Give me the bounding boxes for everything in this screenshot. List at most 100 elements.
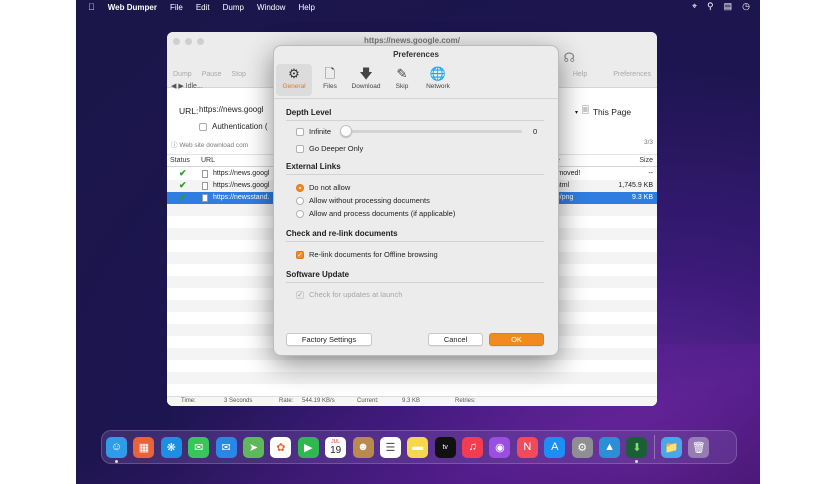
tab-files[interactable]: 🗋 Files (312, 64, 348, 96)
help-button[interactable]: Help (573, 71, 587, 78)
ok-button[interactable]: OK (489, 333, 544, 346)
radio-button-selected[interactable] (296, 183, 304, 192)
radio-allow-and-process[interactable]: Allow and process documents (if applicab… (296, 209, 455, 218)
contacts-icon[interactable]: ☻ (352, 436, 374, 458)
check-updates-checkbox: ✓ (296, 290, 304, 299)
infinite-checkbox[interactable] (296, 127, 304, 136)
authentication-checkbox[interactable] (199, 122, 207, 131)
time-value: 3 Seconds (224, 398, 253, 404)
search-icon[interactable]: ⚲ (707, 1, 714, 12)
row-size: 9.3 KB (631, 194, 653, 201)
image-file-icon (202, 194, 208, 202)
reminders-icon[interactable]: ☰ (379, 436, 401, 458)
control-center-icon[interactable]: ▤ (724, 1, 733, 12)
photos-icon[interactable]: ✿ (270, 436, 292, 458)
checkmark-icon: ✔ (179, 180, 187, 190)
radio-button[interactable] (296, 209, 304, 218)
depth-slider[interactable] (340, 125, 522, 137)
system-preferences-icon[interactable]: ⚙ (571, 436, 593, 458)
menu-file[interactable]: File (170, 3, 183, 12)
folder-icon[interactable]: 📁 (660, 436, 682, 458)
relink-label: Re-link documents for Offline browsing (309, 250, 438, 259)
idle-status: ◀ ▶ Idle... (171, 83, 203, 90)
dock: ☺ ▦ ❋ ✉ ✉ ➤ ✿ ▶ JUL 19 ☻ ☰ ▬ tv ♫ ◉ N A … (101, 430, 737, 464)
menu-edit[interactable]: Edit (196, 3, 210, 12)
messages-icon[interactable]: ✉ (188, 436, 210, 458)
tab-download[interactable]: 🡇 Download (348, 64, 384, 96)
tab-skip[interactable]: ✎ Skip (384, 64, 420, 96)
stop-button[interactable]: Stop (232, 71, 246, 78)
pause-button[interactable]: Pause (202, 71, 222, 78)
radio-allow-without-processing[interactable]: Allow without processing documents (296, 196, 430, 205)
clock-icon[interactable]: ◷ (742, 1, 750, 12)
menu-dump[interactable]: Dump (223, 3, 244, 12)
maps-icon[interactable]: ➤ (242, 436, 264, 458)
safari-icon[interactable]: ❋ (160, 436, 182, 458)
url-input[interactable]: https://news.googl (199, 105, 271, 117)
chevron-updown-icon: ▾ (575, 109, 579, 116)
check-updates-label: Check for updates at launch (309, 290, 403, 299)
tab-general[interactable]: ⚙ General (276, 64, 312, 96)
depth-slider-knob[interactable] (340, 125, 352, 137)
authentication-row[interactable]: Authentication ( (199, 122, 268, 131)
tab-label: Files (323, 83, 337, 90)
factory-settings-button[interactable]: Factory Settings (286, 333, 372, 346)
infinite-option[interactable]: Infinite (296, 127, 331, 136)
cancel-button[interactable]: Cancel (428, 333, 483, 346)
check-updates-option: ✓ Check for updates at launch (296, 290, 402, 299)
dump-button[interactable]: Dump (173, 71, 192, 78)
menu-bar:  Web Dumper File Edit Dump Window Help … (76, 0, 760, 14)
finder-icon[interactable]: ☺ (106, 436, 127, 463)
column-status[interactable]: Status (170, 157, 190, 164)
menu-help[interactable]: Help (298, 3, 314, 12)
news-icon[interactable]: N (516, 436, 538, 458)
trash-icon[interactable]: 🗑 (688, 436, 710, 458)
menu-app-name[interactable]: Web Dumper (108, 3, 157, 12)
column-size[interactable]: Size (639, 157, 653, 164)
column-url[interactable]: URL (201, 157, 215, 164)
time-label: Time: (181, 398, 196, 404)
row-size: -- (648, 170, 653, 177)
page-scope-select[interactable]: ▾ 🗏 This Page (575, 105, 631, 119)
preferences-dialog: Preferences ⚙ General 🗋 Files 🡇 Download… (273, 45, 559, 356)
mail-icon[interactable]: ✉ (215, 436, 237, 458)
row-size: 1,745.9 KB (618, 182, 653, 189)
general-pane: Depth Level Infinite 0 Go Deeper Only Ex… (274, 98, 558, 355)
radio-label: Do not allow (309, 183, 351, 192)
podcasts-icon[interactable]: ◉ (489, 436, 511, 458)
calendar-icon[interactable]: JUL 19 (325, 436, 347, 458)
app-store-icon[interactable]: A (544, 436, 566, 458)
relink-heading: Check and re-link documents (286, 229, 398, 238)
preferences-title: Preferences (393, 50, 439, 59)
music-icon[interactable]: ♫ (462, 436, 484, 458)
tab-network[interactable]: 🌐 Network (420, 64, 456, 96)
infinite-label: Infinite (309, 127, 332, 136)
url-label: URL: (179, 106, 199, 116)
wifi-icon[interactable]: ⌖ (692, 1, 697, 12)
document-icon (202, 182, 208, 190)
tab-label: General (282, 83, 306, 90)
page-icon: 🗏 (582, 105, 589, 115)
radio-do-not-allow[interactable]: Do not allow (296, 183, 350, 192)
go-deeper-checkbox[interactable] (296, 144, 304, 153)
apple-menu-icon[interactable]:  (88, 2, 95, 12)
tab-label: Network (426, 83, 450, 90)
tab-label: Skip (395, 83, 409, 90)
checkmark-icon: ✔ (179, 168, 187, 178)
files-icon: 🗋 (324, 66, 336, 81)
radio-button[interactable] (296, 196, 304, 205)
authentication-label: Authentication ( (212, 122, 268, 131)
menu-window[interactable]: Window (257, 3, 285, 12)
web-dumper-dock-icon[interactable]: ⬇ (626, 436, 648, 463)
headset-icon[interactable]: ☊ (563, 50, 575, 66)
go-deeper-option[interactable]: Go Deeper Only (296, 144, 363, 153)
launchpad-icon[interactable]: ▦ (133, 436, 155, 458)
facetime-icon[interactable]: ▶ (297, 436, 319, 458)
relink-checkbox[interactable]: ✓ (296, 250, 304, 259)
apple-tv-icon[interactable]: tv (434, 436, 456, 458)
software-update-heading: Software Update (286, 270, 350, 279)
notes-icon[interactable]: ▬ (407, 436, 429, 458)
relink-option[interactable]: ✓ Re-link documents for Offline browsing (296, 250, 438, 259)
preferences-button[interactable]: Preferences (613, 71, 651, 78)
mountain-app-icon[interactable]: ▲ (599, 436, 621, 458)
